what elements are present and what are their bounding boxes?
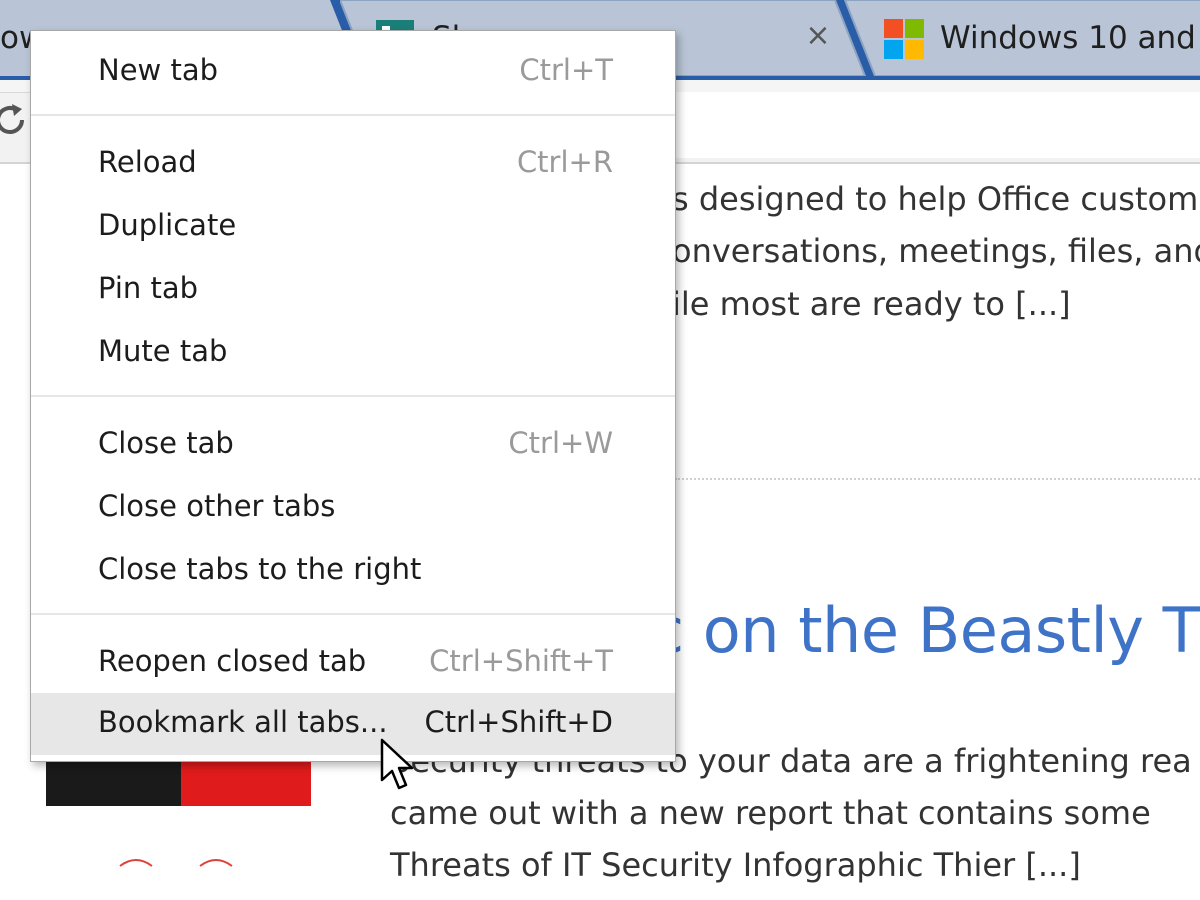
article-2-excerpt-line: Threats of IT Security Infographic Thier… xyxy=(390,846,1081,884)
menu-item-shortcut: Ctrl+T xyxy=(519,53,613,87)
menu-item-label: Reload xyxy=(98,145,197,179)
article-1-excerpt-line: s designed to help Office custom xyxy=(672,180,1199,218)
menu-item-shortcut: Ctrl+R xyxy=(516,145,613,179)
menu-item-new-tab[interactable]: New tab Ctrl+T xyxy=(31,41,675,103)
menu-item-close-tabs-right[interactable]: Close tabs to the right xyxy=(31,540,675,602)
address-bar[interactable] xyxy=(660,92,1200,158)
menu-item-label: New tab xyxy=(98,53,219,87)
menu-item-pin-tab[interactable]: Pin tab xyxy=(31,259,675,321)
menu-item-label: Close tabs to the right xyxy=(98,552,422,586)
menu-item-label: Mute tab xyxy=(98,334,228,368)
menu-separator xyxy=(31,114,675,116)
mouse-cursor-icon xyxy=(380,738,414,790)
menu-item-close-other-tabs[interactable]: Close other tabs xyxy=(31,477,675,539)
tab-3[interactable]: Windows 10 and W xyxy=(840,0,1200,76)
article-1-excerpt-line: ile most are ready to [...] xyxy=(672,285,1071,323)
menu-item-shortcut: Ctrl+Shift+T xyxy=(429,644,613,678)
reload-icon[interactable] xyxy=(0,100,30,140)
menu-item-label: Bookmark all tabs... xyxy=(98,705,388,739)
menu-item-label: Close other tabs xyxy=(98,489,336,523)
menu-item-reopen-closed-tab[interactable]: Reopen closed tab Ctrl+Shift+T xyxy=(31,632,675,694)
menu-separator xyxy=(31,395,675,397)
menu-item-reload[interactable]: Reload Ctrl+R xyxy=(31,133,675,195)
article-2-excerpt-line: came out with a new report that contains… xyxy=(390,794,1151,832)
article-1-excerpt-line: onversations, meetings, files, and xyxy=(672,232,1200,270)
article-2-title-link[interactable]: c on the Beastly Th xyxy=(650,594,1200,667)
menu-item-label: Pin tab xyxy=(98,271,199,305)
menu-item-label: Duplicate xyxy=(98,208,237,242)
windows-logo-icon xyxy=(884,19,924,59)
menu-item-bookmark-all-tabs[interactable]: Bookmark all tabs... Ctrl+Shift+D xyxy=(31,693,675,755)
tab-context-menu: New tab Ctrl+T Reload Ctrl+R Duplicate P… xyxy=(30,30,676,762)
thumbnail-dark-block xyxy=(46,760,181,806)
menu-item-mute-tab[interactable]: Mute tab xyxy=(31,322,675,384)
menu-item-close-tab[interactable]: Close tab Ctrl+W xyxy=(31,414,675,476)
menu-item-label: Close tab xyxy=(98,426,234,460)
menu-separator xyxy=(31,613,675,615)
article-divider xyxy=(675,478,1200,480)
menu-item-shortcut: Ctrl+W xyxy=(508,426,613,460)
tab-3-title: Windows 10 and W xyxy=(940,20,1200,56)
menu-item-duplicate[interactable]: Duplicate xyxy=(31,196,675,258)
thumbnail-arcs xyxy=(119,859,233,867)
menu-item-shortcut: Ctrl+Shift+D xyxy=(424,705,613,739)
close-tab-icon[interactable]: × xyxy=(798,16,838,56)
article-2-thumbnail[interactable] xyxy=(46,760,312,900)
thumbnail-red-block xyxy=(181,760,311,806)
menu-item-label: Reopen closed tab xyxy=(98,644,367,678)
